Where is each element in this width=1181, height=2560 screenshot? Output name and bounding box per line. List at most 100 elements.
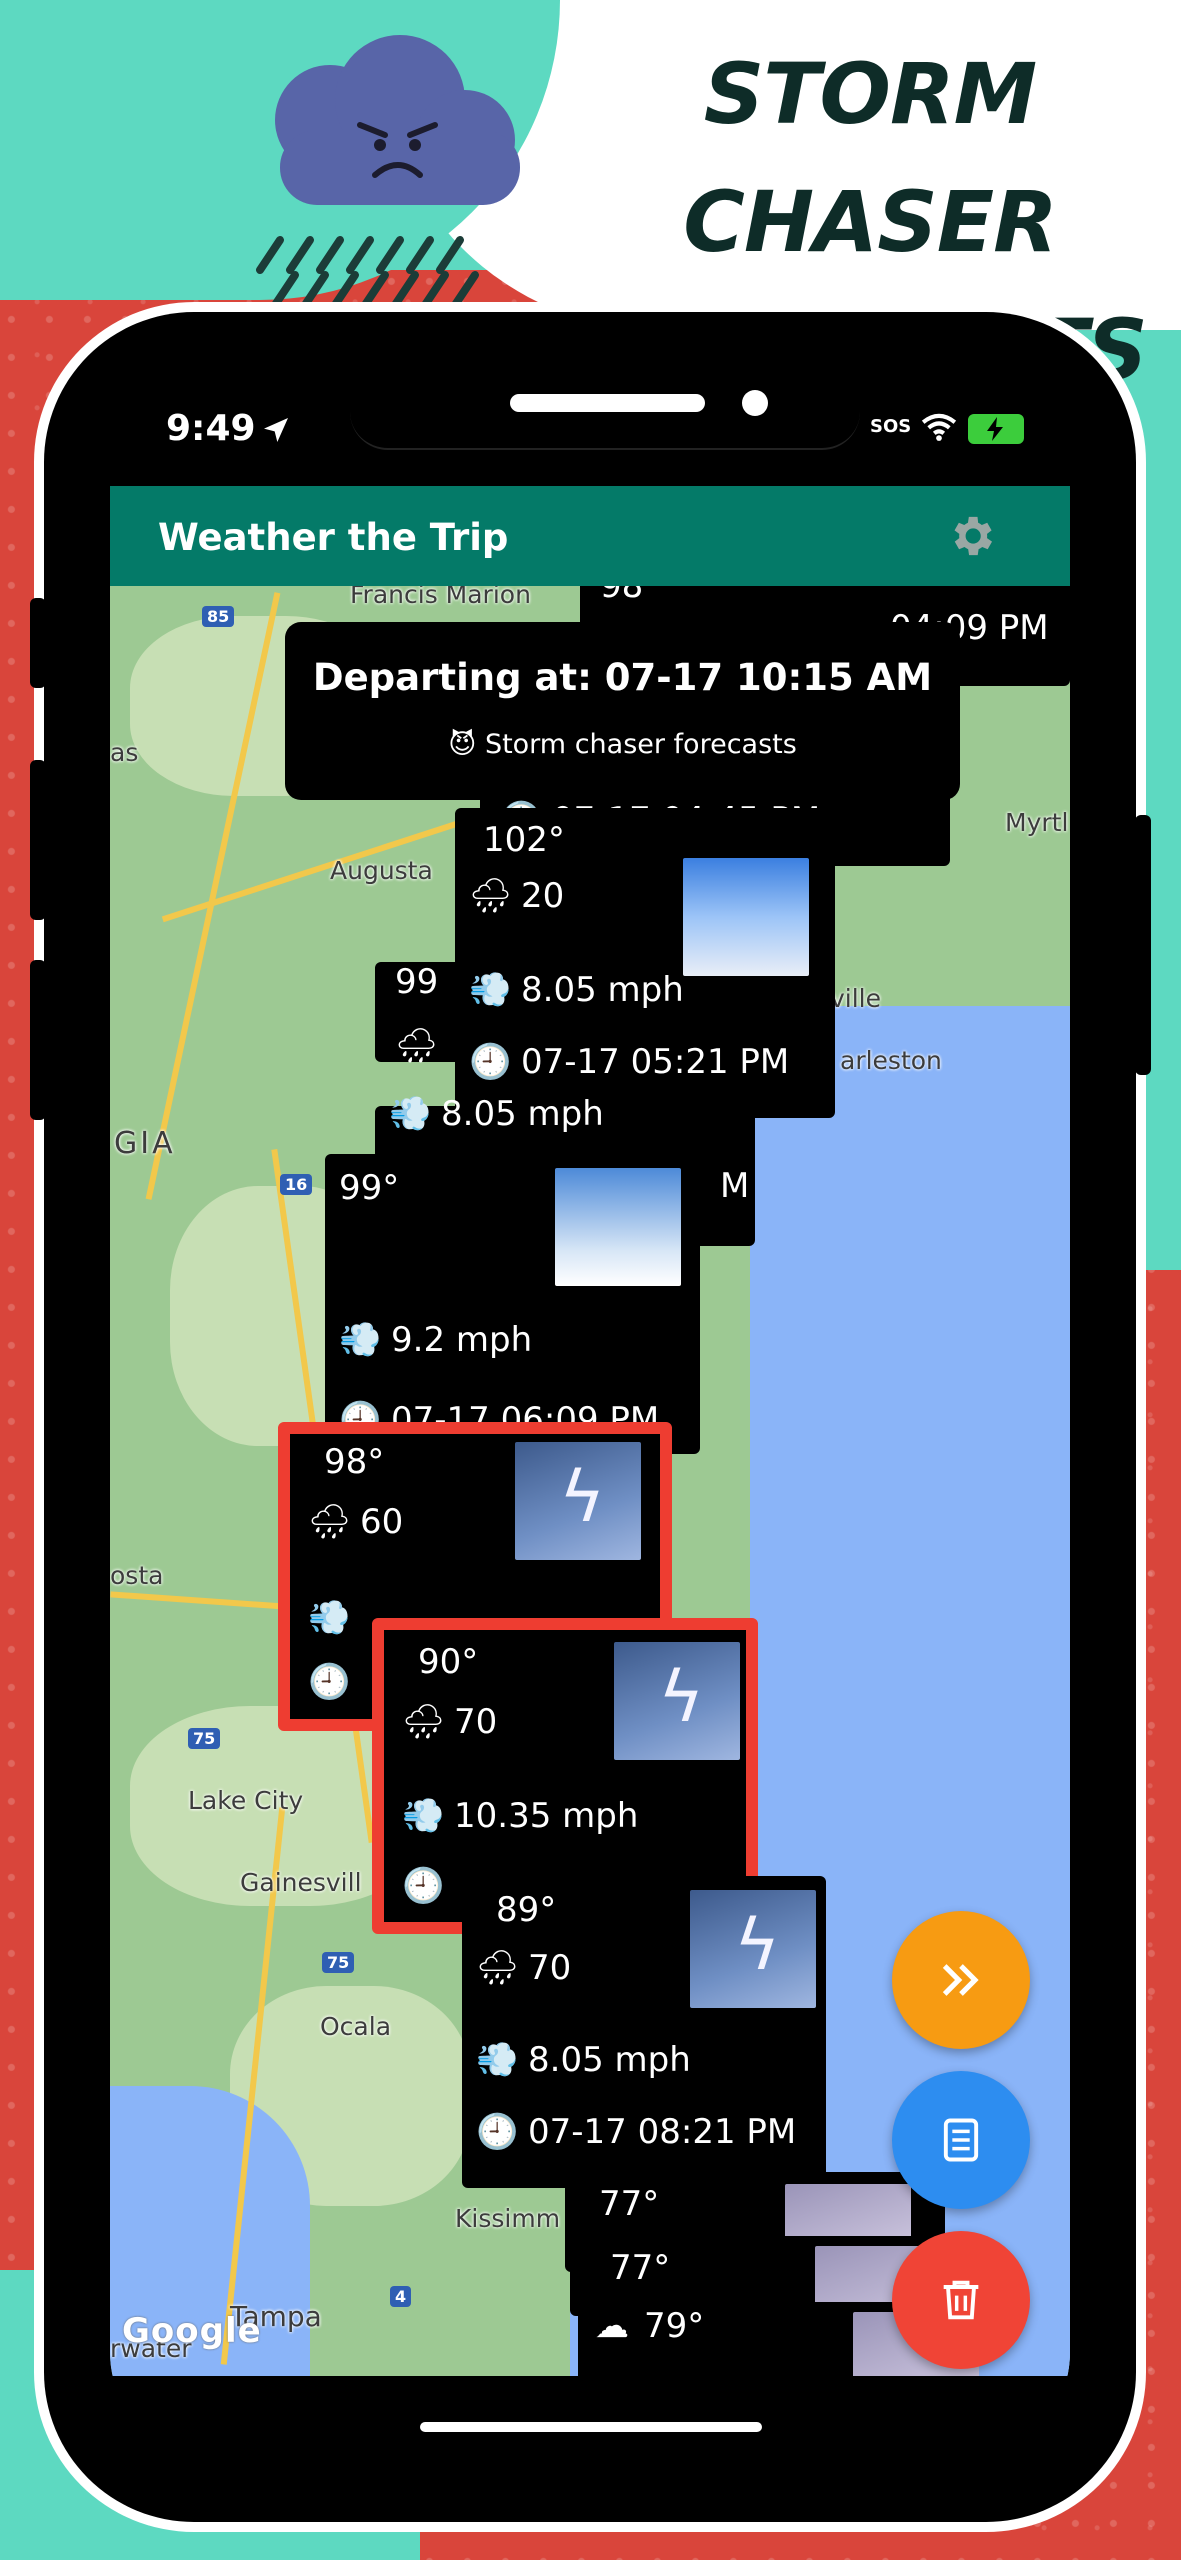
card-wind: 💨 10.35 mph — [402, 1796, 638, 1836]
notch — [350, 372, 860, 450]
card-temperature: 77° — [610, 2248, 671, 2288]
charging-bolt-icon — [987, 417, 1003, 441]
card-precip: 🌧 — [395, 1026, 447, 1066]
clock-icon: 🕘 — [402, 1866, 445, 1906]
lightning-forecast-image: ϟ — [690, 1890, 816, 2008]
trash-icon — [943, 2280, 979, 2320]
forecast-image — [683, 858, 809, 976]
mute-switch — [30, 598, 46, 688]
card-precip: 🌧 20 — [469, 876, 564, 916]
forecast-card[interactable]: 102° 🌧 20 💨 8.05 mph 🕘 07-17 05:21 PM — [455, 808, 835, 1118]
rain-cloud-icon: 🌧 — [476, 1948, 520, 1988]
settings-gear-icon[interactable] — [945, 510, 997, 562]
rain-cloud-icon: 🌧 — [402, 1702, 446, 1742]
precip-value: 20 — [521, 876, 565, 916]
rain-cloud-icon: 🌧 — [469, 876, 513, 916]
precip-value: 70 — [528, 1948, 572, 1988]
highway-shield: 16 — [280, 1174, 313, 1195]
angry-cloud-icon — [256, 35, 520, 309]
clock-icon: 🕘 — [469, 1042, 512, 1082]
google-attribution: Google — [122, 2311, 262, 2351]
map-label: Myrtl — [1005, 808, 1069, 837]
subtitle-text: Storm chaser forecasts — [484, 729, 797, 760]
map-label: Gainesvill — [240, 1868, 362, 1897]
card-temperature: ☁ 79° — [592, 2306, 704, 2346]
map-label: ville — [830, 984, 882, 1013]
card-time-text: 07-17 05:21 PM — [521, 1042, 790, 1082]
promo-headline-line1: STORM CHASER — [683, 45, 1058, 271]
card-time: 🕘 07-17 08:21 PM — [476, 2112, 796, 2152]
fast-forward-button[interactable] — [892, 1911, 1030, 2049]
card-temperature: 98° — [324, 1442, 385, 1482]
clear-trip-button[interactable] — [892, 2231, 1030, 2369]
lightning-forecast-image: ϟ — [515, 1442, 641, 1560]
wind-icon: 💨 — [469, 970, 512, 1010]
rain-cloud-icon: 🌧 — [308, 1502, 352, 1542]
card-temperature: 98° — [600, 586, 661, 606]
forecast-card[interactable]: 99° 💨 9.2 mph 🕘 07-17 06:09 PM — [325, 1154, 700, 1454]
highway-shield: 75 — [322, 1952, 355, 1973]
devil-emoji-icon: 😈 — [448, 729, 477, 760]
lightning-bolt-icon: ϟ — [734, 1904, 781, 1986]
wifi-icon — [921, 413, 957, 441]
wind-value: 8.05 mph — [528, 2040, 691, 2080]
card-temperature: 89° — [496, 1890, 557, 1930]
home-indicator[interactable] — [420, 2422, 762, 2432]
map-label: Lake City — [188, 1786, 304, 1815]
highway-shield: 75 — [188, 1728, 221, 1749]
card-precip: 🌧 70 — [402, 1702, 497, 1742]
clock-icon: 🕘 — [476, 2112, 519, 2152]
precip-value: 70 — [454, 1702, 498, 1742]
volume-up-button — [30, 760, 46, 920]
wind-icon: 💨 — [308, 1598, 351, 1638]
card-wind: 💨 — [308, 1598, 360, 1638]
card-precip: 🌧 70 — [476, 1948, 571, 1988]
wind-value: 9.2 mph — [391, 1320, 533, 1360]
departure-popup[interactable]: Departing at: 07-17 10:15 AM 😈 Storm cha… — [285, 622, 960, 800]
wind-icon: 💨 — [402, 1796, 445, 1836]
fast-forward-icon — [942, 1964, 979, 1996]
sos-indicator: SOS — [870, 416, 912, 437]
highway-shield: 4 — [390, 2286, 412, 2307]
lightning-bolt-icon: ϟ — [658, 1656, 705, 1738]
wind-value: 8.05 mph — [521, 970, 684, 1010]
map-view[interactable]: Francis Marion Augusta GIA Myrtl ville a… — [110, 586, 1070, 2376]
card-wind: 💨 8.05 mph — [469, 970, 684, 1010]
forecast-card[interactable]: 89° ϟ 🌧 70 💨 8.05 mph 🕘 07-17 08:21 PM — [462, 1876, 826, 2188]
map-label: GIA — [114, 1126, 176, 1161]
status-time: 9:49 — [166, 408, 256, 449]
wind-icon: 💨 — [476, 2040, 519, 2080]
forecast-image — [785, 2184, 911, 2240]
map-label: Ocala — [320, 2012, 392, 2041]
card-temperature: 102° — [483, 820, 565, 860]
precip-value: 60 — [360, 1502, 404, 1542]
card-temperature: 99° — [339, 1168, 400, 1208]
lightning-bolt-icon: ϟ — [559, 1456, 606, 1538]
volume-down-button — [30, 960, 46, 1120]
power-button — [1135, 815, 1151, 1075]
list-icon — [943, 2118, 979, 2162]
app-bar: Weather the Trip — [110, 486, 1070, 586]
card-precip: 🌧 60 — [308, 1502, 403, 1542]
front-camera — [742, 390, 768, 416]
phone-screen: 9:49 SOS Weather the Trip Francis Marion… — [110, 372, 1070, 2462]
card-wind: 💨 8.05 mph — [476, 2040, 691, 2080]
card-time: 🕘 — [402, 1866, 454, 1906]
map-label: Augusta — [330, 856, 433, 885]
card-temperature: 77° — [599, 2184, 660, 2224]
location-arrow-icon — [264, 418, 288, 442]
highway-shield: 85 — [202, 606, 235, 627]
wind-icon: 💨 — [389, 1094, 432, 1134]
card-wind: 💨 9.2 mph — [339, 1320, 532, 1360]
temp-value: 79° — [644, 2306, 705, 2346]
moon-cloud-icon: ☁ — [595, 2306, 629, 2346]
rain-cloud-icon: 🌧 — [395, 1026, 439, 1066]
list-view-button[interactable] — [892, 2071, 1030, 2209]
lightning-forecast-image: ϟ — [614, 1642, 740, 1760]
departure-subtitle: 😈 Storm chaser forecasts — [285, 729, 960, 760]
status-bar: 9:49 SOS — [110, 372, 1070, 482]
wind-icon: 💨 — [339, 1320, 382, 1360]
card-time: 🕘 07-17 05:21 PM — [469, 1042, 789, 1082]
forecast-image — [555, 1168, 681, 1286]
speaker — [510, 394, 705, 412]
